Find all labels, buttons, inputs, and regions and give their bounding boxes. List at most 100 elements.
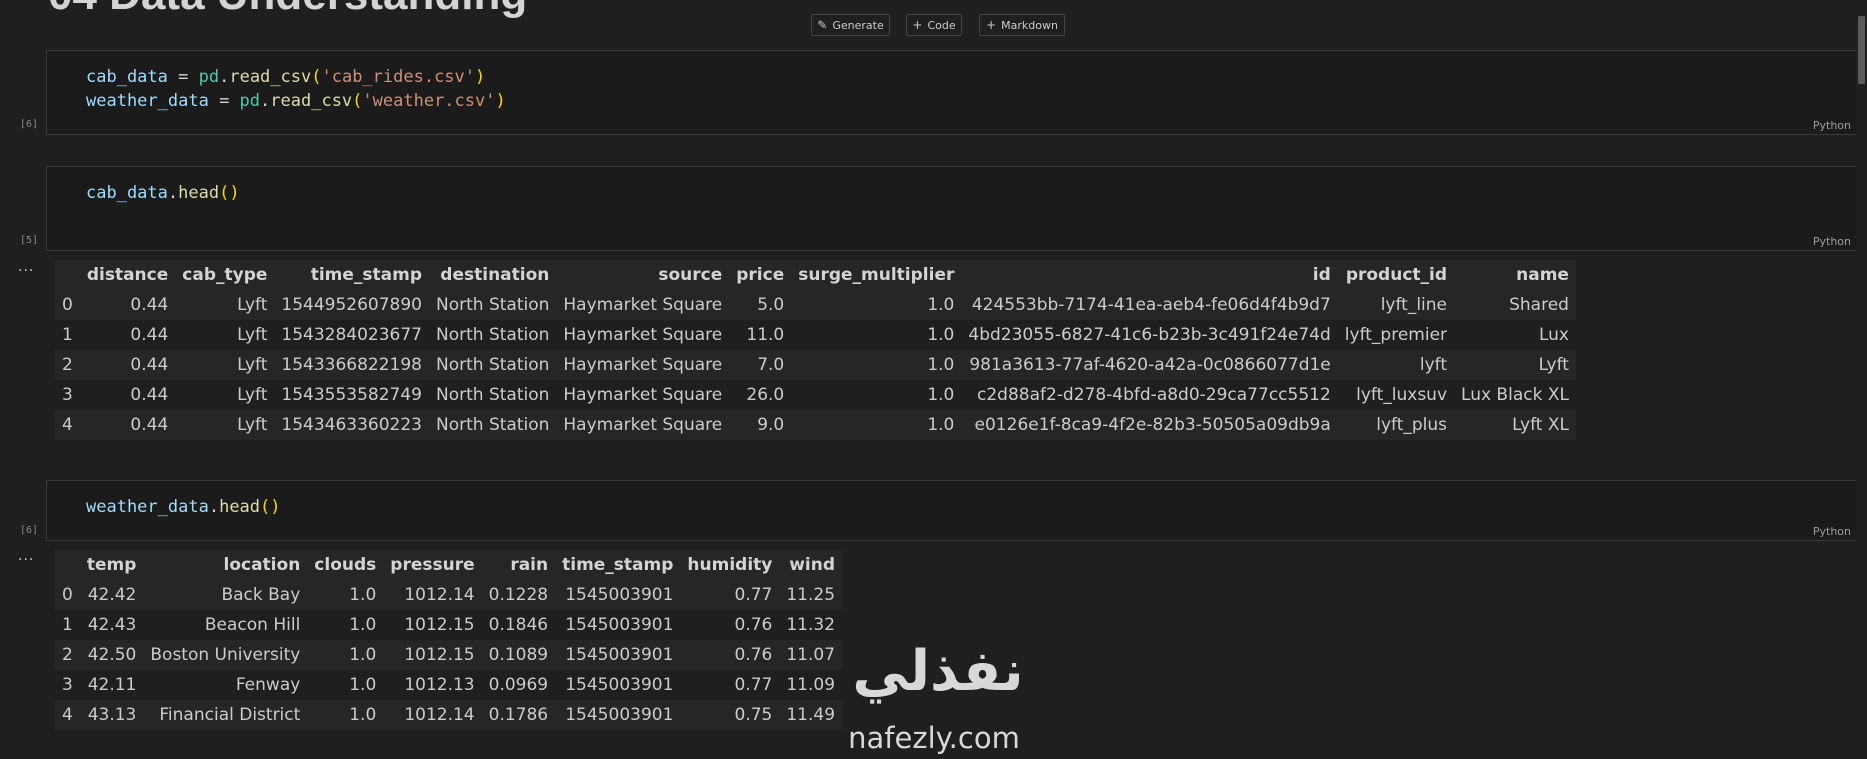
index-header (55, 260, 80, 290)
cell-language-label[interactable]: Python (1813, 235, 1851, 248)
output-menu-icon[interactable]: ... (18, 548, 34, 564)
vertical-scrollbar[interactable] (1856, 0, 1867, 759)
table-cell: Back Bay (221, 585, 301, 605)
table-cell: 11.25 (786, 585, 836, 605)
column-header: source (556, 260, 730, 290)
code-token: weather_data (86, 497, 209, 517)
table-row: 1 0.44 Lyft 1543284023677 North Station Hayma… (55, 320, 1576, 350)
code-token: head (178, 183, 220, 203)
table-cell: 1012.15 (404, 645, 475, 665)
code-token: ( (352, 91, 363, 111)
code-token: pd (198, 67, 220, 87)
table-cell: 1.0 (927, 415, 955, 435)
column-header: time_stamp (274, 260, 429, 290)
table-cell: c2d88af2-d278-4bfd-a8d0-29ca77cc5512 (976, 385, 1331, 405)
table-cell: 42.42 (87, 585, 137, 605)
column-header: cab_type (175, 260, 275, 290)
table-cell: 1.0 (927, 295, 955, 315)
code-token: ) (495, 91, 506, 111)
plus-icon: + (912, 18, 923, 32)
column-header: destination (429, 260, 557, 290)
code-token: . (208, 497, 220, 517)
table-cell: 0.44 (130, 295, 169, 315)
row-index: 4 (62, 415, 73, 435)
table-cell: 1.0 (349, 615, 377, 635)
table-cell: 1012.14 (404, 705, 475, 725)
code-token: 'cab_rides.csv' (321, 67, 476, 87)
code-token: . (219, 67, 230, 87)
code-token: ) (475, 67, 486, 87)
row-index: 0 (62, 585, 73, 605)
table-cell: 1545003901 (565, 615, 674, 635)
code-token: () (219, 183, 240, 203)
code-token: . (260, 91, 271, 111)
code-token: cab_data (86, 183, 168, 203)
table-cell: 26.0 (746, 385, 785, 405)
table-cell: 1.0 (927, 385, 955, 405)
code-editor[interactable]: weather_data.head() (86, 495, 281, 519)
add-markdown-button[interactable]: + Markdown (979, 14, 1065, 36)
code-editor[interactable]: cab_data = pd.read_csv('cab_rides.csv') … (86, 65, 506, 113)
table-cell: Lyft (237, 415, 268, 435)
code-cell[interactable]: cab_data = pd.read_csv('cab_rides.csv') … (46, 50, 1857, 135)
table-cell: Haymarket Square (563, 295, 723, 315)
table-cell: Haymarket Square (563, 355, 723, 375)
generate-button[interactable]: ✎ Generate (811, 14, 890, 36)
weather-dataframe-output: temp location clouds pressure rain time_stamp… (55, 550, 843, 730)
table-cell: Haymarket Square (563, 415, 723, 435)
table-cell: Lux Black XL (1461, 385, 1569, 405)
execution-count: [6] (20, 119, 39, 130)
table-cell: 0.76 (734, 645, 773, 665)
table-cell: North Station (436, 385, 550, 405)
table-cell: Lyft (237, 295, 268, 315)
table-cell: 1543463360223 (281, 415, 422, 435)
table-cell: 0.1089 (488, 645, 549, 665)
table-cell: 1544952607890 (281, 295, 422, 315)
column-header: time_stamp (555, 550, 681, 580)
table-cell: 1545003901 (565, 675, 674, 695)
table-cell: lyft_luxsuv (1356, 385, 1448, 405)
table-cell: lyft_premier (1344, 325, 1448, 345)
sparkle-icon: ✎ (817, 18, 828, 32)
notebook-editor: 04 Data Understanding ✎ Generate + Code … (0, 0, 1867, 759)
table-cell: Lyft (237, 325, 268, 345)
table-cell: 1545003901 (565, 705, 674, 725)
table-cell: 0.76 (734, 615, 773, 635)
column-header: name (1454, 260, 1576, 290)
cell-language-label[interactable]: Python (1813, 525, 1851, 538)
table-cell: Lyft (1538, 355, 1569, 375)
add-code-button[interactable]: + Code (906, 14, 962, 36)
table-cell: 0.77 (734, 585, 773, 605)
table-row: 4 0.44 Lyft 1543463360223 North Station Hayma… (55, 410, 1576, 440)
row-index: 1 (62, 325, 73, 345)
execution-count: [6] (20, 525, 39, 536)
table-cell: Fenway (235, 675, 301, 695)
code-cell[interactable]: weather_data.head() Python (46, 480, 1857, 541)
row-index: 4 (62, 705, 73, 725)
table-cell: 0.1228 (488, 585, 549, 605)
table-cell: Boston University (150, 645, 301, 665)
table-cell: 1543366822198 (281, 355, 422, 375)
table-cell: lyft_plus (1376, 415, 1448, 435)
column-header: wind (779, 550, 843, 580)
table-cell: 1.0 (349, 645, 377, 665)
table-cell: 0.1846 (488, 615, 549, 635)
table-cell: Lyft (237, 385, 268, 405)
code-token: () (260, 497, 281, 517)
code-token: . (167, 183, 179, 203)
table-cell: 1.0 (349, 675, 377, 695)
table-cell: 5.0 (757, 295, 785, 315)
scrollbar-thumb[interactable] (1858, 16, 1865, 84)
table-cell: lyft_line (1380, 295, 1448, 315)
table-cell: Lyft XL (1512, 415, 1569, 435)
table-row: 4 43.13 Financial District 1.0 1012.14 0.1786… (55, 700, 843, 730)
column-header: humidity (680, 550, 780, 580)
code-editor[interactable]: cab_data.head() (86, 181, 240, 205)
table-cell: Beacon Hill (204, 615, 301, 635)
row-index: 2 (62, 645, 73, 665)
cell-language-label[interactable]: Python (1813, 119, 1851, 132)
table-cell: Haymarket Square (563, 325, 723, 345)
output-menu-icon[interactable]: ... (18, 259, 34, 275)
code-cell[interactable]: cab_data.head() Python (46, 166, 1857, 251)
table-cell: 1012.15 (404, 615, 475, 635)
